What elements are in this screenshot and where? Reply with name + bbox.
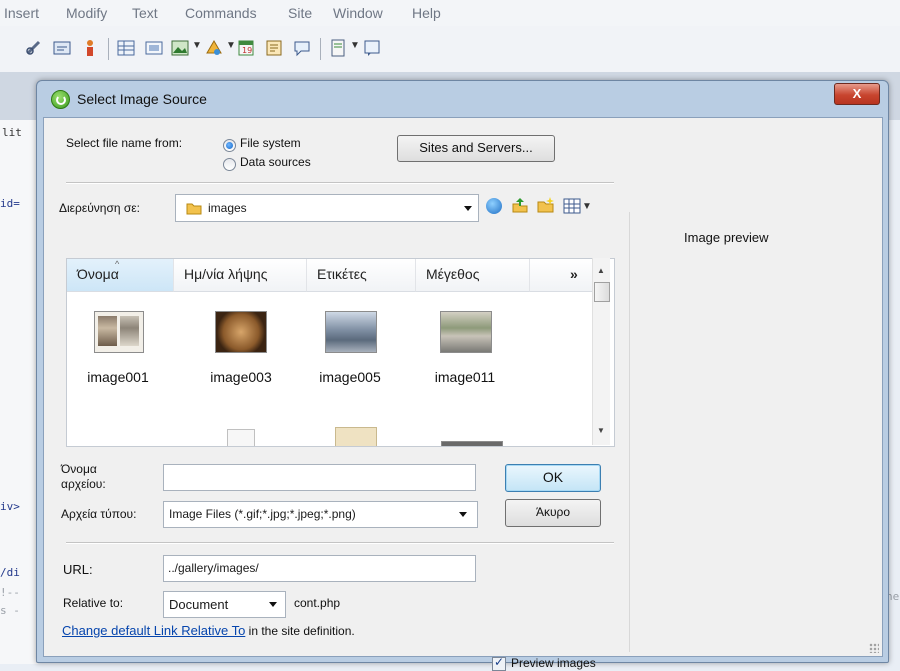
separator [66, 542, 614, 544]
image-preview-label: Image preview [684, 230, 769, 245]
filetype-label: Αρχεία τύπου: [61, 507, 137, 521]
new-folder-icon[interactable] [537, 196, 555, 214]
thumbnail-partial [227, 429, 255, 446]
menu-help[interactable]: Help [412, 5, 441, 21]
back-icon[interactable] [486, 198, 502, 214]
file-name: image011 [434, 369, 496, 385]
tag-chooser-icon[interactable] [362, 38, 382, 58]
sites-and-servers-button[interactable]: Sites and Servers... [397, 135, 555, 162]
thumbnail [325, 311, 377, 353]
date-icon[interactable]: 19 [236, 38, 256, 58]
code-line: s - [0, 604, 20, 617]
code-line: /di [0, 566, 20, 579]
radio-file-system[interactable] [223, 139, 236, 152]
menu-modify[interactable]: Modify [66, 5, 107, 21]
ok-button[interactable]: OK [505, 464, 601, 492]
image-icon[interactable] [170, 38, 190, 58]
code-line: lit [2, 126, 22, 139]
menu-text[interactable]: Text [132, 5, 158, 21]
menu-commands[interactable]: Commands [185, 5, 257, 21]
filename-input[interactable] [163, 464, 476, 491]
scroll-thumb[interactable] [594, 282, 610, 302]
view-menu-arrow-icon[interactable]: ▼ [582, 201, 592, 212]
file-name: image005 [319, 369, 381, 385]
comment-icon[interactable] [292, 38, 312, 58]
folder-icon [186, 203, 202, 215]
url-value: ../gallery/images/ [168, 561, 259, 575]
preview-images-label[interactable]: Preview images [511, 656, 596, 670]
select-image-source-dialog: Select Image Source X Select file name f… [36, 80, 889, 671]
look-in-label: Διερεύνηση σε: [59, 201, 140, 215]
resize-grip-icon[interactable] [869, 643, 879, 653]
view-menu-icon[interactable] [563, 198, 581, 214]
scroll-up-icon: ▲ [597, 266, 605, 275]
dialog-title: Select Image Source [77, 91, 207, 107]
look-in-value: images [208, 201, 247, 215]
media-icon[interactable] [204, 38, 224, 58]
change-default-link[interactable]: Change default Link Relative To [62, 623, 245, 638]
radio-data-sources-label[interactable]: Data sources [240, 155, 311, 169]
url-input[interactable]: ../gallery/images/ [163, 555, 476, 582]
menu-site[interactable]: Site [288, 5, 312, 21]
thumbnail-partial [335, 427, 377, 446]
relative-value: Document [169, 597, 229, 612]
email-link-icon[interactable] [52, 38, 72, 58]
dialog-titlebar[interactable]: Select Image Source X [37, 81, 888, 117]
menu-insert[interactable]: Insert [4, 5, 39, 21]
radio-file-system-label[interactable]: File system [240, 136, 301, 150]
scroll-down-icon: ▼ [597, 426, 605, 435]
close-button[interactable]: X [834, 83, 880, 105]
select-from-label: Select file name from: [66, 136, 183, 150]
file-name: image003 [210, 369, 272, 385]
column-more[interactable]: » [530, 259, 600, 292]
thumbnail [215, 311, 267, 353]
url-label: URL: [63, 562, 93, 577]
file-name: image001 [87, 369, 149, 385]
column-size[interactable]: Μέγεθος [416, 259, 530, 292]
menu-window[interactable]: Window [333, 5, 383, 21]
named-anchor-icon[interactable] [80, 38, 100, 58]
column-tags[interactable]: Ετικέτες [307, 259, 416, 292]
preview-separator [629, 212, 630, 652]
column-name[interactable]: Όνομα ^ [67, 259, 174, 292]
thumbnail [94, 311, 144, 353]
relative-file: cont.php [294, 596, 341, 610]
change-link-suffix: in the site definition. [245, 624, 355, 638]
server-side-include-icon[interactable] [264, 38, 284, 58]
templates-icon[interactable] [328, 38, 348, 58]
preview-images-checkbox[interactable] [492, 655, 506, 671]
code-line: iv> [0, 500, 20, 513]
look-in-combo[interactable]: images [175, 194, 479, 222]
separator [66, 182, 614, 184]
thumbnail-partial [441, 441, 503, 446]
filetype-select[interactable]: Image Files (*.gif;*.jpg;*.jpeg;*.png) [163, 501, 478, 528]
svg-text:19: 19 [242, 46, 252, 55]
table-icon[interactable] [116, 38, 136, 58]
thumbnail [440, 311, 492, 353]
relative-label: Relative to: [63, 596, 124, 610]
filetype-value: Image Files (*.gif;*.jpg;*.jpeg;*.png) [169, 507, 356, 521]
column-date[interactable]: Ημ/νία λήψης [174, 259, 307, 292]
file-list: Όνομα ^ Ημ/νία λήψης Ετικέτες Μέγεθος » i… [66, 258, 615, 447]
radio-data-sources[interactable] [223, 158, 236, 171]
div-icon[interactable] [144, 38, 164, 58]
change-link-line: Change default Link Relative To in the s… [62, 623, 355, 638]
code-line: id= [0, 197, 20, 210]
code-line: !-- [0, 586, 20, 599]
filename-label: Όνομα αρχείου: [61, 462, 106, 491]
hyperlink-icon[interactable] [24, 38, 44, 58]
dreamweaver-app-icon [51, 90, 70, 109]
relative-select[interactable]: Document [163, 591, 286, 618]
dialog-client: Select file name from: File system Data … [43, 117, 883, 671]
menu-bar: Insert Modify Text Commands Site Window … [0, 0, 900, 27]
file-list-scrollbar[interactable]: ▲ ▼ [592, 258, 610, 445]
cancel-button[interactable]: Άκυρο [505, 499, 601, 527]
up-folder-icon[interactable] [511, 196, 529, 214]
